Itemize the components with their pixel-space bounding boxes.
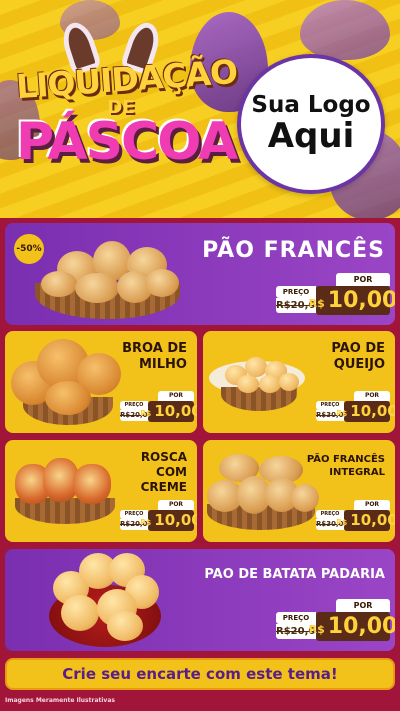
product-name: ROSCA COM CREME — [140, 450, 187, 494]
product-name: PÃO FRANCÊS INTEGRAL — [306, 454, 385, 478]
product-card-pao-de-batata[interactable]: PAO DE BATATA PADARIA POR PREÇO R$20,00 … — [5, 549, 395, 651]
por-label: POR — [354, 391, 390, 401]
product-name: BROA DE MILHO — [122, 341, 187, 373]
easter-egg-icon — [300, 0, 390, 60]
new-price: R$ 10,00 — [308, 286, 395, 315]
promo-title: LIQUIDAÇÃO DE PÁSCOA — [15, 52, 238, 172]
cta-banner[interactable]: Crie seu encarte com este tema! — [5, 658, 395, 690]
product-card-pao-frances[interactable]: -50% PÃO FRANCÊS POR PREÇO R$20,00 R$ 10,… — [5, 223, 395, 325]
price-block: POR PREÇO R$20,00 R$ 10,00 — [276, 273, 395, 315]
price-block: POR PREÇO R$30,00 R$ 10,00 — [316, 391, 395, 423]
price-block: POR PREÇO R$30,00 R$ 10,00 — [316, 500, 395, 532]
new-price: R$ 10,00 — [336, 510, 395, 531]
new-price: R$ 10,00 — [140, 401, 197, 422]
product-card-rosca-com-creme[interactable]: ROSCA COM CREME POR PREÇO R$20,00 R$ 10,0… — [5, 440, 197, 542]
product-name: PÃO FRANCÊS — [202, 238, 385, 263]
new-price: R$ 10,00 — [140, 510, 197, 531]
por-label: POR — [158, 391, 194, 401]
product-card-pao-de-queijo[interactable]: PAO DE QUEIJO POR PREÇO R$30,00 R$ 10,00 — [203, 331, 395, 433]
product-name: PAO DE QUEIJO — [331, 341, 385, 373]
product-card-broa-de-milho[interactable]: BROA DE MILHO POR PREÇO R$20,00 R$ 10,00 — [5, 331, 197, 433]
header-banner: LIQUIDAÇÃO DE PÁSCOA Sua Logo Aqui — [0, 0, 400, 218]
new-price: R$ 10,00 — [308, 612, 395, 641]
logo-text-line-2: Aqui — [267, 115, 355, 156]
product-name: PAO DE BATATA PADARIA — [204, 567, 385, 582]
por-label: POR — [336, 273, 390, 286]
price-block: POR PREÇO R$20,00 R$ 10,00 — [120, 500, 197, 532]
por-label: POR — [354, 500, 390, 510]
disclaimer-text: Imagens Meramente Ilustrativas — [5, 697, 115, 704]
product-card-pao-frances-integral[interactable]: PÃO FRANCÊS INTEGRAL POR PREÇO R$30,00 R… — [203, 440, 395, 542]
new-price: R$ 10,00 — [336, 401, 395, 422]
price-block: POR PREÇO R$20,00 R$ 10,00 — [276, 599, 395, 641]
price-block: POR PREÇO R$20,00 R$ 10,00 — [120, 391, 197, 423]
title-line-3: PÁSCOA — [16, 112, 238, 172]
logo-text-line-1: Sua Logo — [251, 91, 371, 118]
por-label: POR — [158, 500, 194, 510]
logo-placeholder[interactable]: Sua Logo Aqui — [237, 54, 385, 194]
flyer: LIQUIDAÇÃO DE PÁSCOA Sua Logo Aqui -50% … — [0, 0, 400, 711]
discount-badge: -50% — [14, 234, 44, 264]
por-label: POR — [336, 599, 390, 612]
